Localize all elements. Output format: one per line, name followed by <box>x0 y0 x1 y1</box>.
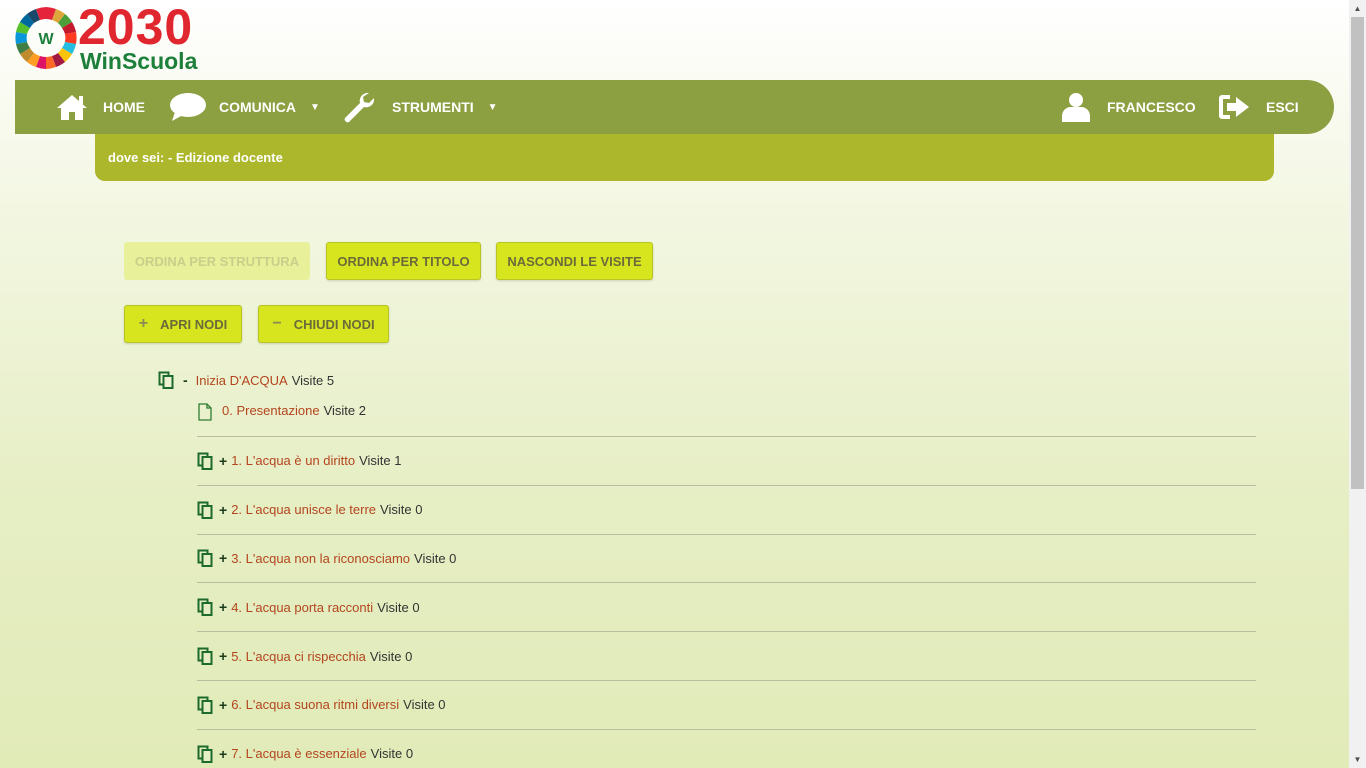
tree-item: 0. Presentazione Visite 2 <box>197 398 1256 436</box>
tree-item-link[interactable]: 6. L'acqua suona ritmi diversi <box>231 697 399 712</box>
sort-by-structure-label: ORDINA PER STRUTTURA <box>134 253 300 269</box>
open-nodes-label: APRI NODI <box>160 316 228 332</box>
tree-item-visits: Visite 0 <box>369 648 413 664</box>
copy-icon <box>197 598 213 617</box>
breadcrumb: dove sei: - Edizione docente <box>95 134 1274 181</box>
sort-by-structure-button[interactable]: ORDINA PER STRUTTURA <box>124 242 310 280</box>
minus-icon: − <box>272 315 282 332</box>
scroll-thumb[interactable] <box>1351 17 1364 489</box>
breadcrumb-text: dove sei: - Edizione docente <box>108 150 283 165</box>
copy-icon <box>197 501 213 519</box>
hide-visits-label: NASCONDI LE VISITE <box>507 253 642 269</box>
tree-item-expand-toggle[interactable]: + <box>219 550 227 566</box>
sort-by-title-label: ORDINA PER TITOLO <box>337 253 470 269</box>
wrench-icon <box>344 92 375 123</box>
vertical-scrollbar[interactable]: ▲ ▼ <box>1349 0 1366 768</box>
logo-subtitle: WinScuola <box>80 48 198 74</box>
copy-icon <box>197 452 213 470</box>
logout-icon <box>1219 95 1249 119</box>
tree-item: + 4. L'acqua porta racconti Visite 0 <box>197 582 1256 631</box>
home-icon <box>57 95 87 120</box>
chevron-down-icon: ▼ <box>310 101 320 113</box>
nav-logout[interactable]: ESCI <box>1218 80 1299 134</box>
chevron-down-icon: ▼ <box>487 101 498 113</box>
tree-item-visits: Visite 0 <box>380 502 423 518</box>
tree-root-node: - Inizia D'ACQUA Visite 5 <box>158 371 334 389</box>
tree-item-link[interactable]: 0. Presentazione <box>222 403 320 418</box>
nav-home-label: HOME <box>103 99 145 115</box>
scroll-down-arrow-icon[interactable]: ▼ <box>1349 751 1366 768</box>
tree-item-link[interactable]: 1. L'acqua è un diritto <box>231 453 355 468</box>
user-icon <box>1062 93 1090 122</box>
tree-children-list: 0. Presentazione Visite 2 + 1. L'acqua è… <box>197 398 1256 768</box>
nav-logout-label: ESCI <box>1266 99 1299 115</box>
tree-root-link[interactable]: Inizia D'ACQUA <box>196 373 288 388</box>
tree-item-link[interactable]: 4. L'acqua porta racconti <box>231 600 373 615</box>
plus-icon: + <box>138 315 149 332</box>
tree-item: + 1. L'acqua è un diritto Visite 1 <box>197 436 1256 485</box>
tree-item: + 6. L'acqua suona ritmi diversi Visite … <box>197 679 1256 729</box>
sort-by-title-button[interactable]: ORDINA PER TITOLO <box>326 242 481 280</box>
tree-root-visits: Visite 5 <box>291 372 335 388</box>
nav-user-label: FRANCESCO <box>1107 99 1196 115</box>
tree-item-expand-toggle[interactable]: + <box>219 453 227 469</box>
tree-item-link[interactable]: 2. L'acqua unisce le terre <box>231 502 376 517</box>
tree-item: + 5. L'acqua ci rispecchia Visite 0 <box>197 631 1256 680</box>
nav-comunica[interactable]: COMUNICA ▼ <box>169 80 320 134</box>
speech-bubble-icon <box>170 93 206 121</box>
copy-icon <box>197 549 213 568</box>
winscuola-logo[interactable]: W 2030 WinScuola <box>14 0 214 74</box>
document-icon <box>198 403 212 421</box>
close-nodes-button[interactable]: − CHIUDI NODI <box>258 305 389 343</box>
tree-item-expand-toggle[interactable]: + <box>219 746 227 762</box>
copy-icon <box>158 371 174 389</box>
tree-item-visits: Visite 2 <box>323 403 366 418</box>
scroll-up-arrow-icon[interactable]: ▲ <box>1349 0 1366 17</box>
nav-strumenti-label: STRUMENTI <box>392 99 474 115</box>
close-nodes-label: CHIUDI NODI <box>293 316 375 332</box>
tree-item: + 3. L'acqua non la riconosciamo Visite … <box>197 533 1256 583</box>
tree-item-expand-toggle[interactable]: + <box>219 599 227 615</box>
nav-home[interactable]: HOME <box>55 80 145 134</box>
sdg-wheel-icon: W <box>15 7 77 69</box>
tree-item-link[interactable]: 3. L'acqua non la riconosciamo <box>231 551 410 566</box>
copy-icon <box>197 696 213 714</box>
tree-item: + 7. L'acqua è essenziale Visite 0 <box>197 728 1256 768</box>
nav-comunica-label: COMUNICA <box>219 99 296 115</box>
tree-item: + 2. L'acqua unisce le terre Visite 0 <box>197 484 1256 534</box>
tree-root-collapse-toggle[interactable]: - <box>183 372 188 388</box>
tree-item-link[interactable]: 5. L'acqua ci rispecchia <box>231 649 366 664</box>
tree-item-link[interactable]: 7. L'acqua è essenziale <box>231 746 366 761</box>
tree-item-expand-toggle[interactable]: + <box>219 502 227 518</box>
hide-visits-button[interactable]: NASCONDI LE VISITE <box>496 242 653 280</box>
tree-item-expand-toggle[interactable]: + <box>219 697 227 713</box>
tree-item-visits: Visite 0 <box>377 599 420 615</box>
open-nodes-button[interactable]: + APRI NODI <box>124 305 242 343</box>
logo-badge-letter: W <box>38 31 54 48</box>
tree-item-visits: Visite 1 <box>359 453 402 469</box>
copy-icon <box>197 745 213 763</box>
nav-strumenti[interactable]: STRUMENTI ▼ <box>342 80 498 134</box>
tree-item-visits: Visite 0 <box>414 550 457 566</box>
copy-icon <box>197 647 213 666</box>
tree-item-expand-toggle[interactable]: + <box>219 648 227 664</box>
tree-item-visits: Visite 0 <box>370 746 414 762</box>
tree-item-visits: Visite 0 <box>403 697 446 713</box>
main-navbar: HOME COMUNICA ▼ STRUMENTI ▼ FRANCESCO ES… <box>15 80 1334 134</box>
nav-user[interactable]: FRANCESCO <box>1061 80 1196 134</box>
